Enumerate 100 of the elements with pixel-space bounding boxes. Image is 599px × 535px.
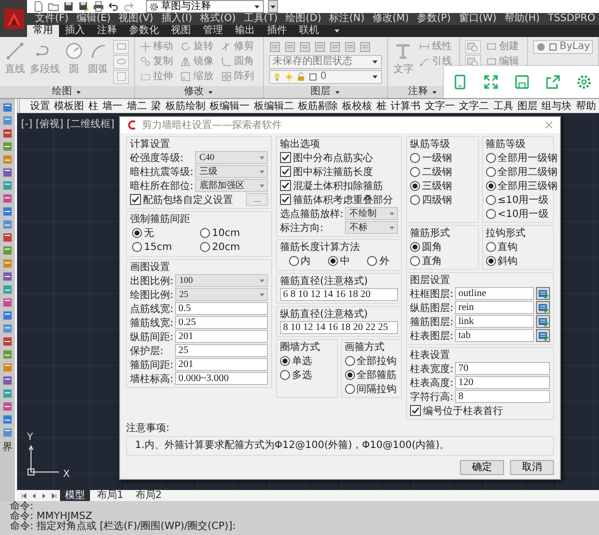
toolbar-menu-item[interactable]: 工具: [493, 99, 514, 113]
tool-icon[interactable]: [2, 427, 13, 438]
radio-button[interactable]: [344, 384, 354, 394]
radio-button[interactable]: [280, 356, 290, 366]
ribbon-tab[interactable]: 参数化: [123, 25, 165, 37]
panel-title[interactable]: 绘图: [52, 86, 72, 98]
input-field[interactable]: 120: [455, 376, 550, 389]
menu-item[interactable]: TSSDPRO: [544, 13, 599, 25]
caret-icon[interactable]: [334, 88, 340, 96]
browse-button[interactable]: ...: [246, 193, 268, 206]
radio-button[interactable]: [486, 256, 496, 266]
input-field[interactable]: 6 8 10 12 14 16 18 20: [280, 288, 398, 301]
fullscreen-icon[interactable]: [482, 74, 498, 90]
menu-item[interactable]: 编辑(E): [72, 13, 115, 25]
tool-icon[interactable]: [2, 206, 13, 217]
dropdown[interactable]: C40: [195, 151, 268, 164]
menu-item[interactable]: 插入(I): [157, 13, 196, 25]
tool-icon[interactable]: [2, 232, 13, 243]
input-field[interactable]: 0.25: [175, 316, 268, 329]
tool-icon[interactable]: [2, 180, 13, 191]
dropdown[interactable]: 100: [175, 274, 268, 287]
radio-button[interactable]: [486, 242, 496, 252]
tool-icon[interactable]: [2, 336, 13, 347]
ribbon-tab[interactable]: 视图: [165, 25, 197, 37]
radio-button[interactable]: [486, 208, 496, 218]
app-icon[interactable]: [4, 8, 24, 28]
ribbon-tab[interactable]: 输出: [229, 25, 261, 37]
input-field[interactable]: 0.5: [175, 302, 268, 315]
toolbar-menu-item[interactable]: 板编辑二: [254, 99, 294, 113]
tool-icon[interactable]: [2, 167, 13, 178]
radio-button[interactable]: [344, 370, 354, 380]
menu-item[interactable]: 窗口(W): [454, 13, 501, 25]
tool-icon[interactable]: [2, 271, 13, 282]
save-as-icon[interactable]: [78, 1, 89, 12]
radio-button[interactable]: [486, 152, 496, 162]
checkbox[interactable]: [280, 152, 291, 163]
toolbar-menu-item[interactable]: 组与块: [542, 99, 572, 113]
radio-button[interactable]: [344, 356, 354, 366]
toolbar-menu-item[interactable]: 墙一: [102, 99, 123, 113]
input-field[interactable]: outline: [455, 287, 534, 300]
first-page-icon[interactable]: [20, 492, 28, 500]
tool-icon[interactable]: [2, 141, 13, 152]
ribbon-tab[interactable]: 常用: [27, 25, 59, 37]
dropdown[interactable]: 底部加强区: [195, 179, 268, 192]
input-field[interactable]: 201: [175, 330, 268, 343]
layer-pick-button[interactable]: [536, 315, 550, 328]
toolbar-menu-item[interactable]: 梁: [151, 99, 162, 113]
menu-item[interactable]: 绘图(D): [282, 13, 326, 25]
checkbox[interactable]: [130, 194, 141, 205]
tool-icon[interactable]: [2, 414, 13, 425]
toolbar-menu-item[interactable]: 板校核: [342, 99, 372, 113]
ribbon-tab[interactable]: 管理: [197, 25, 229, 37]
dialog-button[interactable]: 取消: [510, 460, 554, 475]
ribbon-tab[interactable]: 插入: [59, 25, 91, 37]
radio-button[interactable]: [328, 256, 338, 266]
tool-button[interactable]: [464, 40, 481, 54]
radio-button[interactable]: [486, 166, 496, 176]
tool-icon[interactable]: [2, 193, 13, 204]
layer-pick-button[interactable]: [536, 287, 550, 300]
toolbar-menu-item[interactable]: 设置: [30, 99, 50, 113]
settings-icon[interactable]: [576, 74, 592, 90]
menu-item[interactable]: 标注(N): [325, 13, 369, 25]
tool-icon[interactable]: [2, 128, 13, 139]
dropdown[interactable]: 不标: [345, 221, 398, 234]
panel-title[interactable]: 修改: [184, 86, 204, 98]
toolbar-menu-item[interactable]: 模板图: [54, 99, 84, 113]
input-field[interactable]: 0.000~3.000: [175, 372, 268, 385]
ribbon-tab[interactable]: 插件: [261, 25, 293, 37]
dropdown[interactable]: 25: [175, 288, 268, 301]
toolbar-menu-item[interactable]: 柱: [88, 99, 98, 113]
input-field[interactable]: 8: [455, 390, 550, 403]
checkbox[interactable]: [280, 166, 291, 177]
tool-icon[interactable]: [2, 323, 13, 334]
toolbar-menu-item[interactable]: 文字一: [424, 99, 455, 113]
share-icon[interactable]: [544, 74, 560, 90]
toolbar-menu-item[interactable]: 板筋绘制: [165, 99, 206, 113]
caret-icon[interactable]: [207, 88, 214, 96]
menu-item[interactable]: 文件(F): [31, 13, 73, 25]
ribbon-tab[interactable]: 注释: [91, 25, 123, 37]
dropdown[interactable]: 不绘制: [345, 207, 398, 220]
toolbar-menu-item[interactable]: 桩: [376, 99, 386, 113]
save-icon[interactable]: [63, 1, 74, 12]
tool-icon[interactable]: [2, 349, 13, 360]
panel-title[interactable]: 图层: [310, 86, 330, 98]
menu-item[interactable]: 格式(O): [196, 13, 240, 25]
radio-button[interactable]: [132, 242, 142, 252]
radio-button[interactable]: [486, 180, 496, 190]
radio-button[interactable]: [367, 256, 378, 266]
radio-button[interactable]: [410, 180, 420, 190]
layer-pick-button[interactable]: [536, 329, 550, 342]
toolbar-menu-item[interactable]: 板筋剔除: [298, 99, 338, 113]
radio-button[interactable]: [410, 194, 420, 204]
caret-icon[interactable]: [75, 88, 82, 96]
tool-icon[interactable]: [2, 310, 13, 321]
close-icon[interactable]: [544, 120, 554, 130]
menu-item[interactable]: 视图(V): [114, 13, 158, 25]
tool-icon[interactable]: [2, 102, 13, 113]
layout-tab[interactable]: 布局2: [130, 490, 167, 501]
tool-icon[interactable]: [2, 401, 13, 412]
input-field[interactable]: 70: [455, 362, 550, 375]
